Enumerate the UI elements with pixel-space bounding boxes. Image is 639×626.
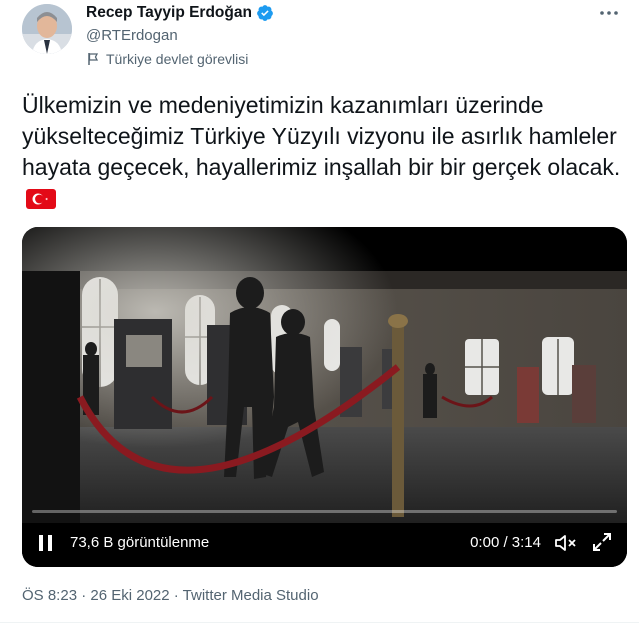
verified-badge-icon xyxy=(257,5,273,21)
turkey-flag-icon xyxy=(26,186,56,217)
avatar[interactable] xyxy=(22,4,72,54)
video-time: 0:00 / 3:14 xyxy=(470,534,541,551)
pause-button[interactable] xyxy=(36,532,56,554)
view-count: 73,6 B görüntülenme xyxy=(70,534,210,551)
government-label: Türkiye devlet görevlisi xyxy=(86,51,248,67)
tweet-timestamp[interactable]: ÖS 8:23 · 26 Eki 2022 · Twitter Media St… xyxy=(22,587,319,604)
video-frame xyxy=(22,227,627,567)
video-player[interactable]: 73,6 B görüntülenme 0:00 / 3:14 xyxy=(22,227,627,567)
more-dots-icon xyxy=(600,11,618,15)
divider xyxy=(0,622,639,623)
fullscreen-button[interactable] xyxy=(591,531,613,553)
fullscreen-icon xyxy=(593,533,611,551)
muted-speaker-icon xyxy=(555,535,576,551)
tweet-body: Ülkemizin ve medeniyetimizin kazanımları… xyxy=(22,92,621,180)
video-progress-track[interactable] xyxy=(32,510,617,513)
video-controls: 73,6 B görüntülenme 0:00 / 3:14 xyxy=(22,523,627,563)
author-name[interactable]: Recep Tayyip Erdoğan xyxy=(86,4,252,22)
mute-button[interactable] xyxy=(553,531,577,555)
more-options-button[interactable] xyxy=(597,4,621,22)
avatar-image xyxy=(22,4,72,54)
pause-icon xyxy=(39,535,52,551)
author-name-row[interactable]: Recep Tayyip Erdoğan xyxy=(86,4,274,22)
tweet-text: Ülkemizin ve medeniyetimizin kazanımları… xyxy=(22,90,622,217)
flag-outline-icon xyxy=(88,53,99,65)
government-label-text: Türkiye devlet görevlisi xyxy=(106,51,249,67)
author-handle[interactable]: @RTErdogan xyxy=(86,27,178,44)
